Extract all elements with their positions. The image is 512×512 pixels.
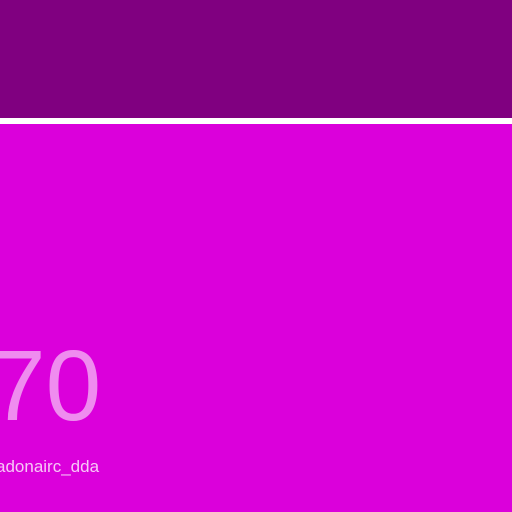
main-panel: 70 adonairc_dda [0,124,512,512]
value-number: 70 [0,330,102,442]
screen: 70 adonairc_dda [0,0,512,512]
caption-text: adonairc_dda [0,457,100,476]
top-bar [0,0,512,118]
